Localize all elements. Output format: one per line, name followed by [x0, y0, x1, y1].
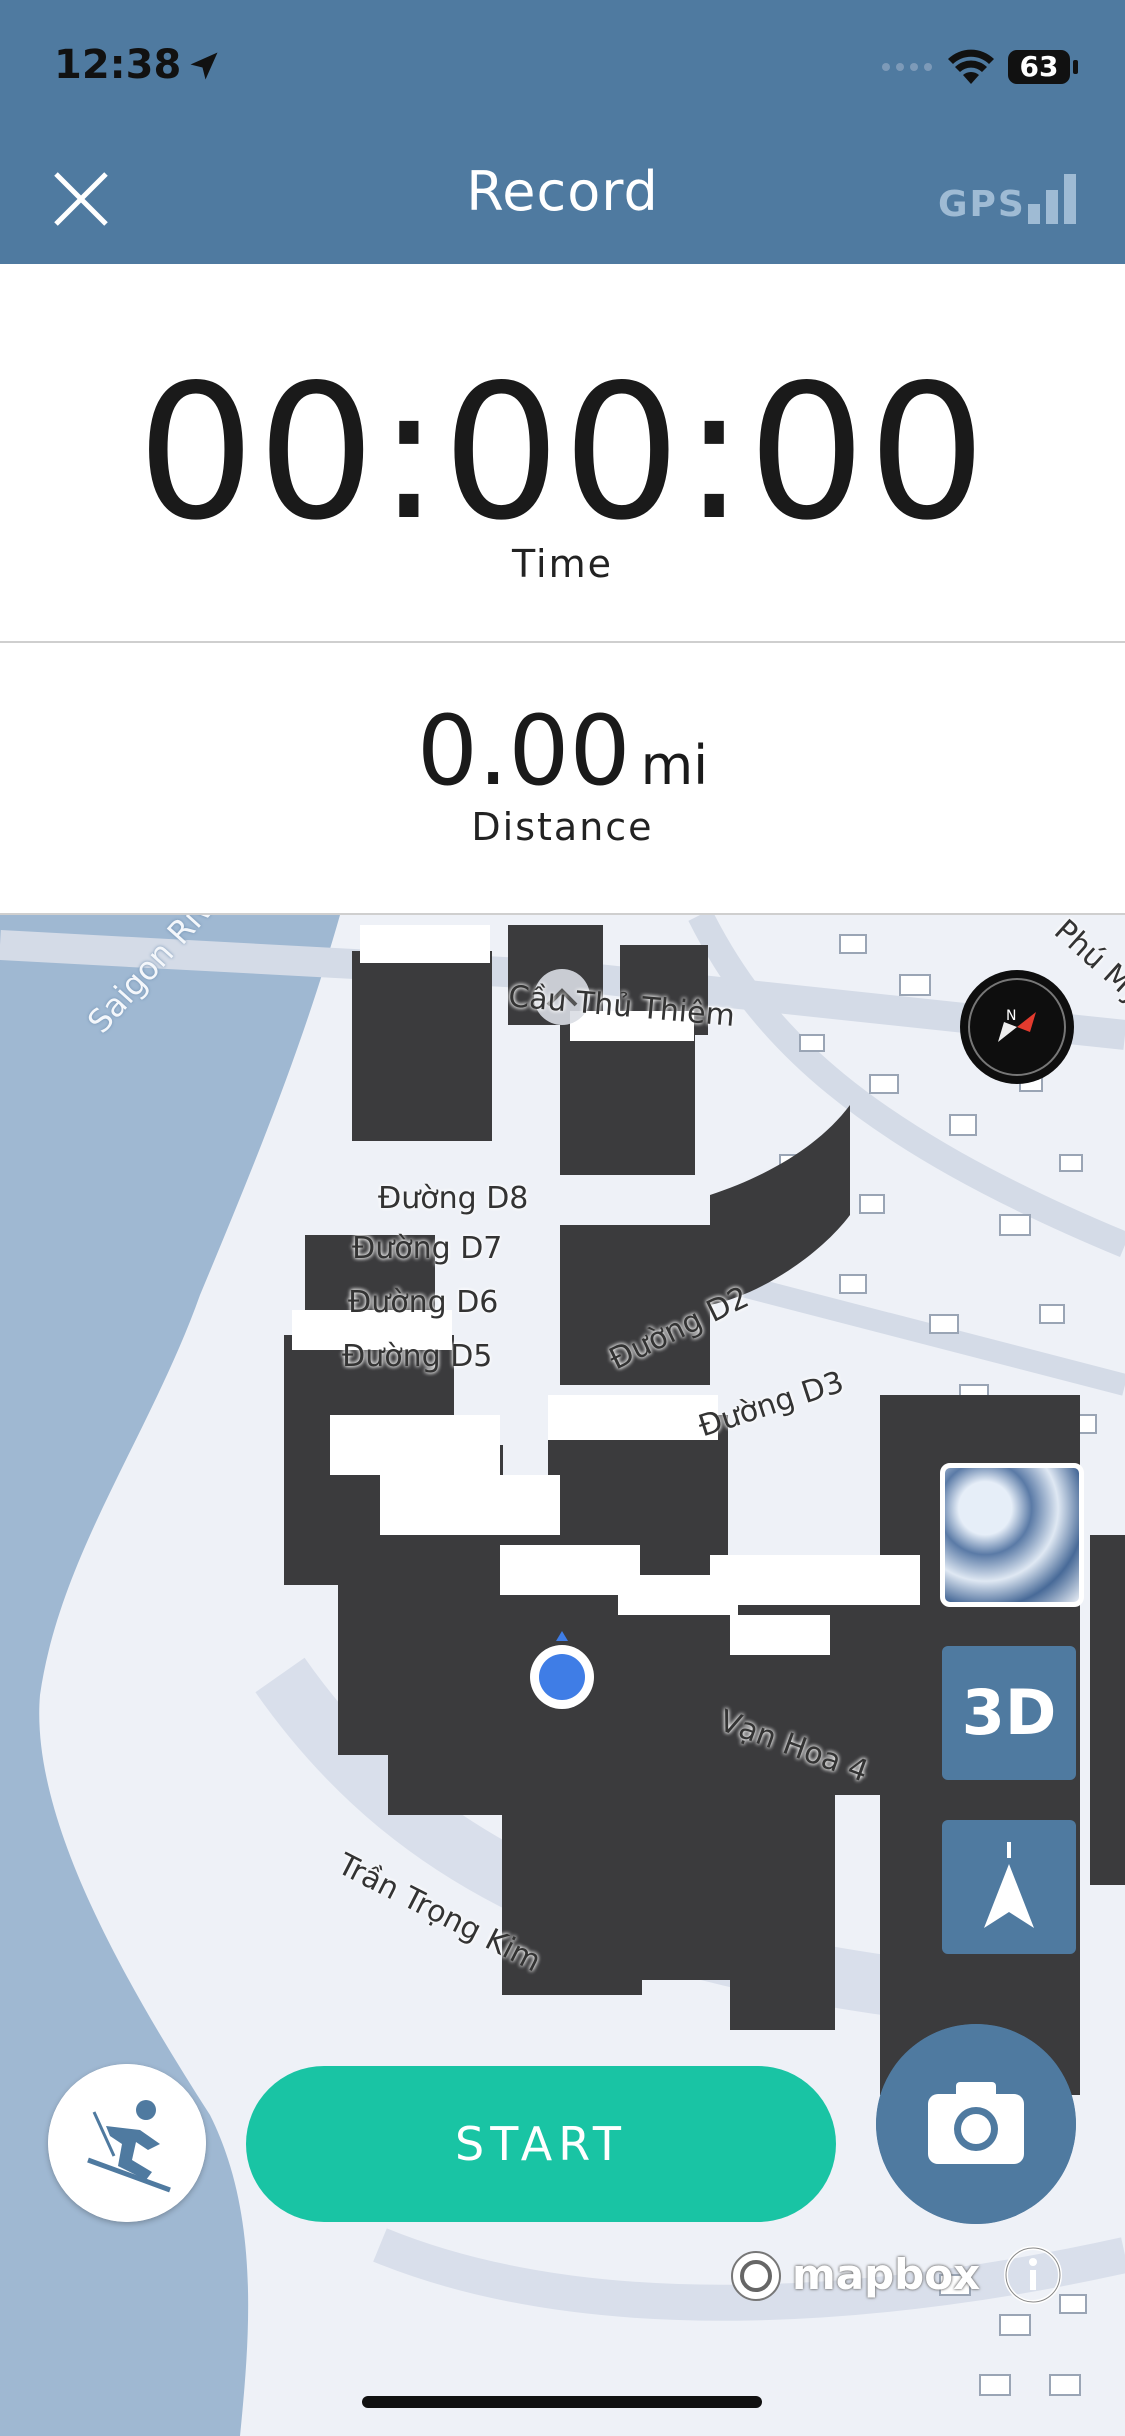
svg-text:N: N — [1006, 1008, 1016, 1024]
wifi-icon — [948, 49, 994, 84]
signal-dots-icon — [882, 63, 932, 71]
distance-unit: mi — [640, 734, 709, 797]
battery-tip — [1073, 60, 1078, 74]
distance-number: 0.00 — [416, 695, 631, 807]
time-label: Time — [512, 542, 613, 586]
skier-icon[interactable] — [48, 2064, 206, 2222]
home-indicator — [362, 2396, 762, 2408]
location-arrow-icon — [190, 52, 218, 80]
battery-icon: 63 — [1008, 50, 1070, 84]
start-button[interactable]: START — [246, 2066, 836, 2222]
gps-label: GPS — [938, 184, 1026, 225]
info-icon[interactable] — [1002, 2244, 1064, 2306]
compass-icon[interactable]: N — [960, 970, 1074, 1084]
distance-panel: 0.00 mi Distance — [0, 643, 1125, 915]
distance-value: 0.00 mi — [0, 703, 1125, 799]
status-time: 12:38 — [54, 42, 182, 88]
map-style-button[interactable] — [940, 1463, 1084, 1607]
navigation-arrow-icon[interactable] — [942, 1820, 1076, 1954]
map-label-d6: Đường D6 — [348, 1285, 499, 1320]
toggle-3d-button[interactable]: 3D — [942, 1646, 1076, 1780]
distance-label: Distance — [471, 805, 654, 849]
gps-signal-icon — [1028, 174, 1076, 224]
header-bar: 12:38 63 Record GPS — [0, 0, 1125, 264]
mapbox-attribution: mapbox — [792, 2250, 981, 2299]
time-panel: 00:00:00 Time — [0, 264, 1125, 643]
map-label-d5: Đường D5 — [342, 1339, 493, 1374]
time-value: 00:00:00 — [136, 344, 989, 561]
camera-icon[interactable] — [876, 2024, 1076, 2224]
map-label-d8: Đường D8 — [378, 1181, 529, 1216]
map-label-d7: Đường D7 — [352, 1231, 503, 1266]
